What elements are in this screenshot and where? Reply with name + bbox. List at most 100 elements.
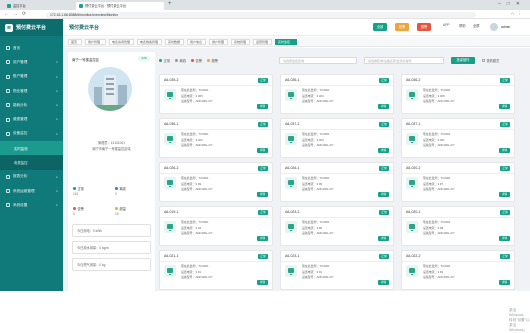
- nav-icons[interactable]: ←→⟳: [4, 11, 30, 17]
- detail-button[interactable]: 详情: [257, 236, 268, 241]
- area-select[interactable]: 请选择监控区域: [279, 57, 357, 64]
- field-value: 3.96: [316, 225, 323, 230]
- meter-icon: [164, 221, 176, 233]
- meter-icon: [406, 177, 418, 189]
- device-card[interactable]: A6-036-1 正常 现在此监测：TC0001 设置电流：3.302 设备型号：ADF…: [159, 118, 274, 158]
- sidebar-item[interactable]: 账户管理 ∨: [0, 70, 63, 84]
- field-value: TC0001: [440, 220, 451, 224]
- device-card[interactable]: A6-019-1 正常 现在此监测：TC0001 设置电流：3.94 设备型号：ADF4…: [159, 206, 274, 246]
- filter-alarm-button[interactable]: 报警: [417, 23, 431, 31]
- browser-tab-2[interactable]: 预付费云平台 · 预付费云平台: [76, 2, 164, 10]
- sidebar-item[interactable]: 用户管理 ∨: [0, 55, 63, 69]
- detail-button[interactable]: 详情: [257, 104, 268, 109]
- sidebar-item[interactable]: 首页: [0, 41, 63, 55]
- device-card[interactable]: A6-036-2 正常 现在此监测：TC0001 设置电流：3.305 设备型号：ADF…: [401, 74, 516, 114]
- url-field[interactable]: 172.16.1.66:8088/#/monitor/overview/Moni…: [46, 11, 476, 18]
- device-current-line: 设置电流：3.303: [302, 138, 324, 142]
- device-monitor-line: 现在此监测：TC0001: [181, 132, 209, 136]
- sidebar-item[interactable]: 设备监控 ∧: [0, 127, 63, 141]
- detail-button[interactable]: 详情: [378, 104, 389, 109]
- page-tab[interactable]: 实时数据: [165, 39, 184, 45]
- status-badge: 正常: [258, 165, 268, 171]
- sidebar-item[interactable]: 报表分析 ∨: [0, 170, 63, 184]
- view-mode-toggle[interactable]: 查看模式: [482, 58, 499, 63]
- sidebar-item[interactable]: 物业管理 ∨: [0, 84, 63, 98]
- detail-button[interactable]: 详情: [378, 280, 389, 285]
- sidebar-item[interactable]: 电表监控: [0, 155, 63, 170]
- device-monitor-line: 现在此监测：TC0001: [423, 176, 451, 180]
- device-card[interactable]: A6-023-1 正常 现在此监测：TC0001 设置电流：3.91 设备型号：ADF4…: [280, 250, 395, 290]
- device-card[interactable]: A6-026-1 正常 现在此监测：TC0001 设置电流：3.99 设备型号：ADF4…: [280, 162, 395, 202]
- sidebar-item[interactable]: 缴费管理 ∨: [0, 112, 63, 126]
- browser-tab-1[interactable]: 监控平台: [4, 2, 74, 10]
- filter-warning-button[interactable]: 告警: [395, 23, 409, 31]
- detail-button[interactable]: 详情: [378, 236, 389, 241]
- page-tab[interactable]: 用户管理: [209, 39, 228, 45]
- detail-button[interactable]: 详情: [499, 104, 510, 109]
- sidebar-item[interactable]: 系统运维管理 ∨: [0, 184, 63, 198]
- top-header: 预付费云平台 全部 告警 报警 APP 帮助 全屏 admin: [63, 19, 530, 36]
- app-icon[interactable]: APP: [443, 23, 450, 27]
- batch-button[interactable]: 批量操作: [451, 57, 475, 64]
- field-value: ADF400L-DY: [316, 187, 334, 191]
- device-current-line: 设置电流：3.301: [423, 138, 445, 142]
- new-tab-icon[interactable]: +: [168, 1, 172, 7]
- device-model-line: 设备型号：ADF400L-DY: [302, 143, 334, 147]
- detail-button[interactable]: 详情: [378, 148, 389, 153]
- device-card[interactable]: A6-021-1 正常 现在此监测：TC0001 设置电流：3.91 设备型号：ADF4…: [159, 250, 274, 290]
- detail-button[interactable]: 详情: [378, 192, 389, 197]
- device-card[interactable]: A6-022-2 正常 现在此监测：TC0001 设置电流：3.93 设备型号：ADF4…: [401, 250, 516, 290]
- page-tab[interactable]: 电表房间管理: [109, 39, 134, 45]
- page-tab[interactable]: 首页: [68, 39, 82, 45]
- status-stat: 超温 15: [115, 206, 126, 216]
- device-card[interactable]: A6-037-1 正常 现在此监测：TC0001 设置电流：3.301 设备型号：ADF…: [401, 118, 516, 158]
- device-card[interactable]: A6-020-2 正常 现在此监测：TC0001 设置电流：3.97 设备型号：ADF4…: [401, 162, 516, 202]
- detail-button[interactable]: 详情: [257, 192, 268, 197]
- search-input[interactable]: 请选择区域/设备名称/监测点编号: [364, 57, 444, 64]
- device-current-line: 设置电流：3.304: [302, 94, 324, 98]
- device-id: A6-019-1: [164, 210, 179, 214]
- device-card[interactable]: A6-037-2 正常 现在此监测：TC0001 设置电流：3.303 设备型号：ADF…: [280, 118, 395, 158]
- main-content: 南宁一号楼监控区 238 管理员：13101001 南宁市南宁一号楼监控区域 正…: [63, 48, 530, 332]
- device-id: A6-036-2: [406, 78, 421, 82]
- avatar[interactable]: [490, 23, 498, 31]
- field-label: 设置电流：: [181, 225, 196, 230]
- detail-button[interactable]: 详情: [499, 236, 510, 241]
- browser-menu-icon[interactable]: ☆⋮: [510, 11, 525, 17]
- window-controls[interactable]: –□✕: [498, 1, 526, 7]
- device-monitor-line: 现在此监测：TC0001: [181, 176, 209, 180]
- fullscreen-icon[interactable]: 全屏: [473, 23, 480, 28]
- divider: [160, 173, 274, 174]
- page-tab[interactable]: 实时监控: [275, 39, 297, 45]
- detail-button[interactable]: 详情: [499, 192, 510, 197]
- detail-button[interactable]: 详情: [499, 280, 510, 285]
- device-card[interactable]: A6-035-2 正常 现在此监测：TC0001 设置电流：3.305 设备型号：ADF…: [159, 74, 274, 114]
- watermark-line-2: 转到"设置"以激活 Windows。: [509, 318, 530, 332]
- page-tab[interactable]: 系统管理: [231, 39, 250, 45]
- device-card[interactable]: A6-026-2 正常 现在此监测：TC0001 设置电流：3.99 设备型号：ADF4…: [159, 162, 274, 202]
- device-card[interactable]: A6-023-2 正常 现在此监测：TC0001 设置电流：3.96 设备型号：ADF4…: [280, 206, 395, 246]
- device-id: A6-036-1: [164, 122, 179, 126]
- divider: [160, 129, 274, 130]
- device-card[interactable]: A6-035-1 正常 现在此监测：TC0001 设置电流：3.304 设备型号：ADF…: [280, 74, 395, 114]
- help-icon[interactable]: 帮助: [459, 23, 466, 28]
- page-tab[interactable]: 运营管理: [253, 39, 272, 45]
- sidebar-item[interactable]: 系统设置 ∨: [0, 198, 63, 212]
- divider: [402, 129, 516, 130]
- device-card[interactable]: A6-020-1 正常 现在此监测：TC0001 设置电流：3.98 设备型号：ADF4…: [401, 206, 516, 246]
- status-badge: 正常: [500, 77, 510, 83]
- detail-button[interactable]: 详情: [257, 280, 268, 285]
- sidebar-item[interactable]: 能耗分析 ∨: [0, 98, 63, 112]
- user-name[interactable]: admin: [501, 25, 510, 29]
- detail-button[interactable]: 详情: [257, 148, 268, 153]
- detail-button[interactable]: 详情: [499, 148, 510, 153]
- stat-value: 15: [115, 212, 119, 216]
- page-tab[interactable]: 用户信息: [187, 39, 206, 45]
- meter-icon: [285, 177, 297, 189]
- field-value: 3.99: [316, 181, 323, 186]
- page-tab[interactable]: 电表档案管理: [137, 39, 162, 45]
- sidebar-item[interactable]: 实时监测: [0, 141, 63, 156]
- page-tab[interactable]: 用户管理: [85, 39, 106, 45]
- filter-all-button[interactable]: 全部: [373, 23, 387, 31]
- field-value: TC0001: [198, 264, 209, 268]
